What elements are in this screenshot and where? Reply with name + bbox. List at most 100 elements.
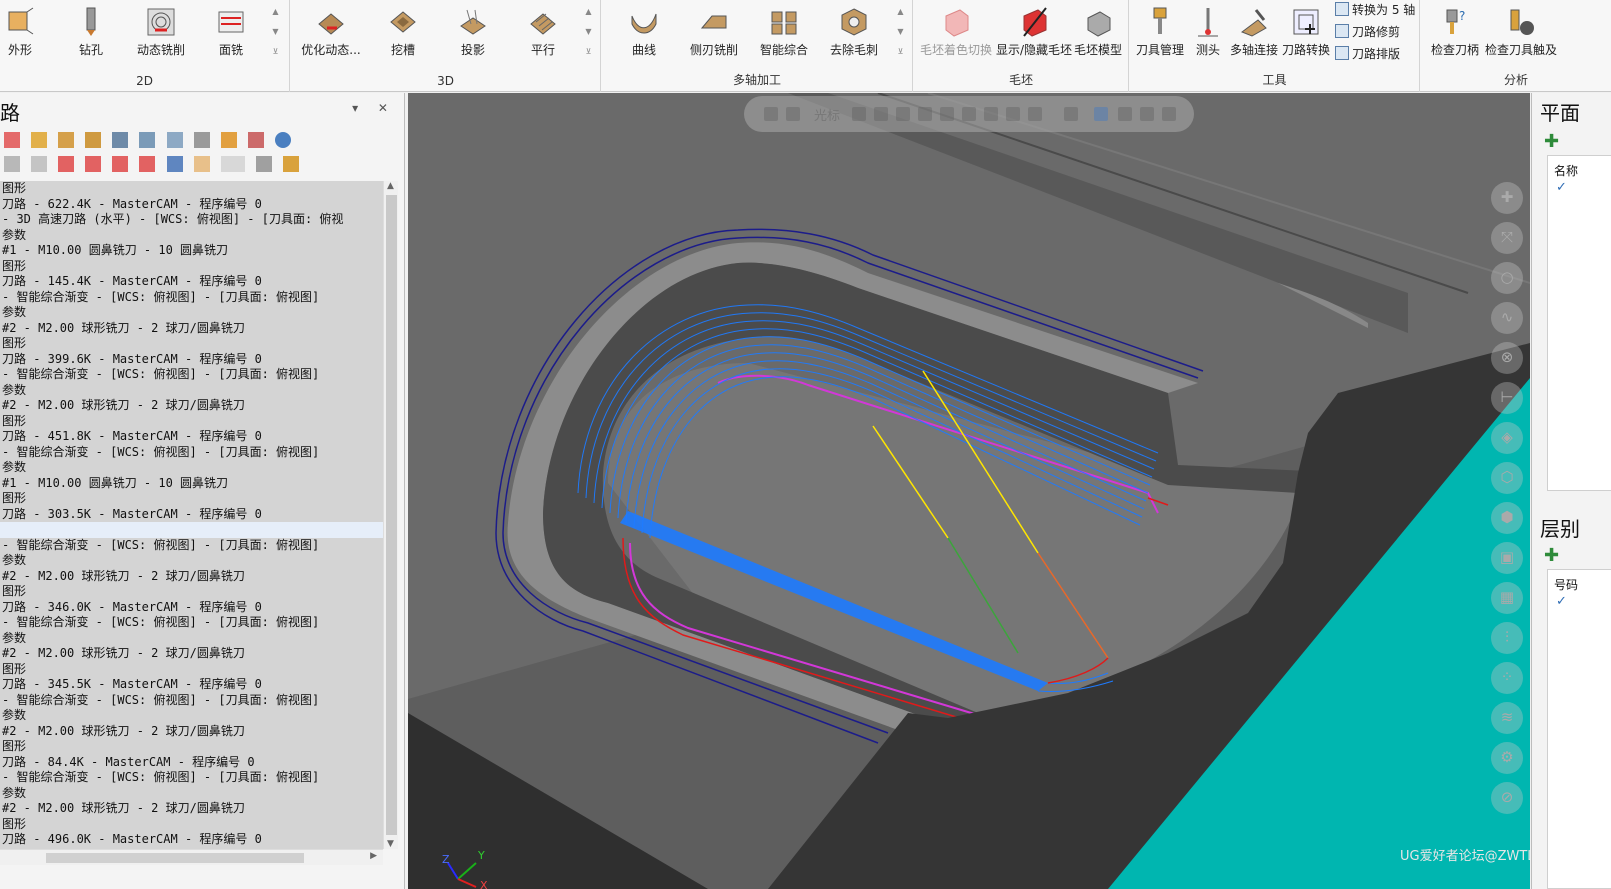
move-down-icon[interactable] [58,156,75,172]
curve-button[interactable]: 曲线 [610,2,678,64]
filter-dropdown-icon[interactable] [220,156,245,172]
tree-horizontal-scrollbar[interactable]: ▶ [0,849,383,865]
tree-row[interactable]: 刀路 - 496.0K - MasterCAM - 程序编号 0 [0,832,383,848]
toggle-display-icon[interactable] [4,156,20,172]
dimension-tool-button[interactable]: ⊢ [1491,382,1523,414]
tree-row[interactable]: 参数 [0,553,383,569]
tree-row[interactable]: 刀路 - 345.5K - MasterCAM - 程序编号 0 [0,677,383,693]
planes-list[interactable]: 名称 ✓ [1547,155,1611,491]
cursor-mode-label[interactable]: 光标 [814,105,840,124]
tree-row[interactable]: #1 - M10.00 圆鼻铣刀 - 10 圆鼻铣刀 [0,243,383,259]
tree-row[interactable]: #2 - M2.00 球形铣刀 - 2 球刀/圆鼻铣刀 [0,646,383,662]
high-feed-icon[interactable] [247,132,264,148]
layers-list[interactable]: 号码 ✓ [1547,569,1611,889]
layout-tool-button[interactable]: ▣ [1491,542,1523,574]
scroll-right-arrow-icon[interactable]: ▶ [370,851,377,861]
swarf-button[interactable]: 侧刃铣削 [680,2,748,64]
select-edge-icon[interactable] [918,107,932,121]
tree-row[interactable]: 图形 [0,259,383,275]
lock-icon[interactable] [255,156,272,172]
tree-row[interactable]: 参数 [0,708,383,724]
select-arrow-icon[interactable] [896,107,910,121]
tree-row[interactable]: 图形 [0,662,383,678]
single-display-icon[interactable] [166,156,183,172]
select-body-icon[interactable] [984,107,998,121]
ribbon-scroll-3d[interactable]: ▲ ▼ ⊻ [583,2,594,62]
points-tool-button[interactable]: ⁘ [1491,662,1523,694]
select-loop-icon[interactable] [1028,107,1042,121]
quick-view-toolbar[interactable]: 光标 [744,96,1194,132]
cursor-snap-icon[interactable] [786,107,800,121]
show-hide-stock-button[interactable]: 显示/隐藏毛坯 [996,2,1072,64]
solid-tool-button[interactable]: ⊗ [1491,342,1523,374]
simulate-icon[interactable] [166,132,183,148]
check-tool-reach-button[interactable]: 检查刀具触及 [1481,2,1561,64]
parallel-button[interactable]: 平行 [509,2,577,64]
toolpath-transform-button[interactable]: 刀路转换 [1272,2,1340,64]
tree-row[interactable]: #2 - M2.00 球形铣刀 - 2 球刀/圆鼻铣刀 [0,321,383,337]
clear-selection-icon[interactable] [1118,107,1132,121]
box-tool-button[interactable]: ⬢ [1491,502,1523,534]
toolpath-nesting-button[interactable]: 刀路排版 [1335,44,1400,64]
tree-row[interactable]: 图形 [0,414,383,430]
tree-row[interactable]: #2 - M2.00 球形铣刀 - 2 球刀/圆鼻铣刀 [0,724,383,740]
contour-button[interactable]: 外形 [0,2,54,64]
refresh-icon[interactable] [1140,107,1154,121]
tree-row[interactable]: 图形 [0,739,383,755]
tree-row[interactable]: - 3D 高速刀路 (水平) - [WCS: 俯视图] - [刀具面: 俯视 [0,212,383,228]
deburr-button[interactable]: 去除毛刺 [820,2,888,64]
add-plane-icon[interactable]: ✚ [1544,131,1559,152]
tree-row[interactable] [0,522,383,538]
tree-row[interactable]: 参数 [0,631,383,647]
ribbon-scroll-2d[interactable]: ▲ ▼ ⊻ [270,2,281,62]
tree-row[interactable]: 刀路 - 303.5K - MasterCAM - 程序编号 0 [0,507,383,523]
tree-row[interactable]: - 智能综合渐变 - [WCS: 俯视图] - [刀具面: 俯视图] [0,290,383,306]
stock-shading-button[interactable]: 毛坯着色切换 [918,2,994,64]
tree-row[interactable]: 刀路 - 145.4K - MasterCAM - 程序编号 0 [0,274,383,290]
display-options-icon[interactable] [193,156,210,172]
check-holder-button[interactable]: ? 检查刀柄 [1421,2,1489,64]
tree-row[interactable]: 图形 [0,336,383,352]
convert-to-5axis-button[interactable]: 转换为 5 轴 [1335,0,1415,20]
tree-row[interactable]: #2 - M2.00 球形铣刀 - 2 球刀/圆鼻铣刀 [0,801,383,817]
operations-tree[interactable]: 图形 刀路 - 622.4K - MasterCAM - 程序编号 0- 3D 高… [0,181,383,849]
tree-row[interactable]: 刀路 - 84.4K - MasterCAM - 程序编号 0 [0,755,383,771]
post-selected-icon[interactable] [220,132,237,148]
select-face-icon[interactable] [940,107,954,121]
help-icon[interactable] [274,132,291,148]
tree-row[interactable]: 刀路 - 346.0K - MasterCAM - 程序编号 0 [0,600,383,616]
regenerate-icon[interactable] [58,132,75,148]
surface-tool-button[interactable]: ◈ [1491,422,1523,454]
tree-row[interactable]: 参数 [0,305,383,321]
tree-row[interactable]: 参数 [0,460,383,476]
toggle-post-icon[interactable] [31,156,48,172]
insert-arrow-icon[interactable] [112,156,129,172]
tree-row[interactable]: 图形 [0,491,383,507]
lock-view-icon[interactable] [764,107,778,121]
tree-row[interactable]: 图形 [0,584,383,600]
tree-row[interactable]: - 智能综合渐变 - [WCS: 俯视图] - [刀具面: 俯视图] [0,445,383,461]
panel-controls[interactable]: ▾ ✕ [352,101,396,115]
stock-model-button[interactable]: 毛坯模型 [1064,2,1132,64]
drill-button[interactable]: 钻孔 [57,2,125,64]
tree-row[interactable]: 参数 [0,786,383,802]
tree-row[interactable]: 图形 [0,817,383,833]
tree-row[interactable]: - 智能综合渐变 - [WCS: 俯视图] - [刀具面: 俯视图] [0,770,383,786]
spline-tool-button[interactable]: ∿ [1491,302,1523,334]
layers-tool-button[interactable]: ≋ [1491,702,1523,734]
vertical-scroll-thumb[interactable] [386,195,397,835]
select-invalid-icon[interactable] [31,132,48,148]
verify-selection-icon[interactable] [1094,107,1108,121]
tree-row[interactable]: 图形 [0,181,383,197]
toolpath-trim-button[interactable]: 刀路修剪 [1335,22,1400,42]
tree-row[interactable]: 参数 [0,383,383,399]
tree-row[interactable]: 刀路 - 451.8K - MasterCAM - 程序编号 0 [0,429,383,445]
project-button[interactable]: 投影 [439,2,507,64]
horizontal-scroll-thumb[interactable] [46,853,304,863]
group-tool-button[interactable]: ▦ [1491,582,1523,614]
tree-row[interactable]: - 智能综合渐变 - [WCS: 俯视图] - [刀具面: 俯视图] [0,367,383,383]
select-feature-icon[interactable] [1006,107,1020,121]
add-tool-button[interactable]: ✚ [1491,182,1523,214]
tree-row[interactable]: 刀路 - 399.6K - MasterCAM - 程序编号 0 [0,352,383,368]
tree-row[interactable]: 刀路 - 622.4K - MasterCAM - 程序编号 0 [0,197,383,213]
